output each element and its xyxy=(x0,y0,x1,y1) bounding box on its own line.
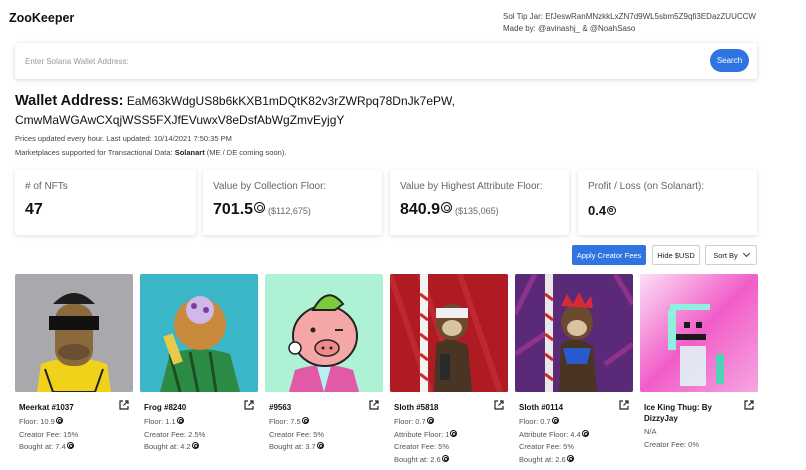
nft-image-sloth-5818[interactable] xyxy=(390,274,508,392)
sol-coin-icon xyxy=(55,417,63,424)
wallet-address-label: Wallet Address: xyxy=(15,93,124,109)
nft-creator-fee: Creator Fee: 5% xyxy=(269,429,325,439)
stat-label: Profit / Loss (on Solanart): xyxy=(588,181,705,192)
nft-bought-at: Bought at: 2.6 xyxy=(394,454,457,467)
nft-name: Ice King Thug: By DizzyJay xyxy=(644,403,712,423)
external-link-icon[interactable] xyxy=(369,400,379,410)
nft-creator-fee: Creator Fee: 15% xyxy=(19,429,79,439)
nft-details: Floor: 0.7 Attribute Floor: 1 Creator Fe… xyxy=(394,416,458,467)
nft-image-meerkat[interactable] xyxy=(15,274,133,392)
nft-creator-fee: Creator Fee: 5% xyxy=(394,442,450,451)
external-link-icon[interactable] xyxy=(119,400,129,410)
stat-usd: ($112,675) xyxy=(268,206,311,216)
tip-jar-text: Sol Tip Jar: EfJeswRanMNzkkLxZN7d9WL5sbm… xyxy=(503,12,756,21)
nft-details: Floor: 10.9 Creator Fee: 15% Bought at: … xyxy=(19,416,78,454)
nft-name: Sloth #0114 xyxy=(519,403,564,412)
hide-usd-button[interactable]: Hide $USD xyxy=(652,245,700,265)
nft-image-pig[interactable] xyxy=(265,274,383,392)
wallet-address-line2: CmwMaWGAwCXqjWSS5FXJfEVuwxV8eDsfAbWgZmvE… xyxy=(15,113,345,127)
nft-details: Floor: 0.7 Attribute Floor: 4.4 Creator … xyxy=(519,416,589,466)
nft-floor: Floor: 0.7 xyxy=(519,416,589,429)
search-button[interactable]: Search xyxy=(710,49,749,72)
stat-value: 840.9 ($135,065) xyxy=(400,201,499,218)
sort-by-label: Sort By xyxy=(713,250,738,260)
marketplaces-note: Marketplaces supported for Transactional… xyxy=(15,148,286,157)
nft-name: Meerkat #1037 xyxy=(19,403,74,412)
stat-value: 47 xyxy=(25,201,43,218)
stat-value: 701.5 ($112,675) xyxy=(213,201,311,218)
sol-coin-icon xyxy=(607,206,617,215)
sol-coin-icon xyxy=(301,417,309,424)
sol-coin-icon xyxy=(66,442,74,449)
nft-creator-fee: Creator Fee: 5% xyxy=(519,442,575,451)
app-logo: ZooKeeper xyxy=(9,11,75,25)
nft-card[interactable]: Meerkat #1037 Floor: 10.9 Creator Fee: 1… xyxy=(15,274,133,470)
top-header: ZooKeeper Sol Tip Jar: EfJeswRanMNzkkLxZ… xyxy=(0,0,806,42)
nft-floor: Floor: 1.1 xyxy=(144,416,205,429)
made-by-text: Made by: @avinashj_ & @NoahSaso xyxy=(503,24,636,33)
external-link-icon[interactable] xyxy=(494,400,504,410)
stat-label: Value by Collection Floor: xyxy=(213,181,327,192)
nft-name: Sloth #5818 xyxy=(394,403,439,412)
nft-name: #9563 xyxy=(269,403,292,412)
nft-card[interactable]: Frog #8240 Floor: 1.1 Creator Fee: 2.5% … xyxy=(140,274,258,470)
nft-attribute-floor: Attribute Floor: 4.4 xyxy=(519,429,589,442)
stat-usd: ($135,065) xyxy=(455,206,499,216)
nft-details: Floor: 7.5 Creator Fee: 5% Bought at: 3.… xyxy=(269,416,324,454)
nft-card[interactable]: Sloth #0114 Floor: 0.7 Attribute Floor: … xyxy=(515,274,633,470)
stat-label: # of NFTs xyxy=(25,181,68,192)
nft-bought-at: Bought at: 3.7 xyxy=(269,441,324,454)
nft-bought-at: Bought at: 4.2 xyxy=(144,441,205,454)
wallet-address-block: Wallet Address: EaM63kWdgUS8b6kKXB1mDQtK… xyxy=(15,92,485,130)
external-link-icon[interactable] xyxy=(619,400,629,410)
sol-coin-icon xyxy=(450,429,458,437)
sol-coin-icon xyxy=(191,442,199,449)
sol-coin-icon xyxy=(176,417,184,424)
stat-card-profit-loss: Profit / Loss (on Solanart): 0.4 xyxy=(578,170,757,235)
nft-creator-fee: Creator Fee: 2.5% xyxy=(144,429,206,439)
nft-floor: Floor: 0.7 xyxy=(394,416,457,429)
nft-floor: Floor: 7.5 xyxy=(269,416,324,429)
wallet-address-input[interactable] xyxy=(25,53,675,69)
chevron-down-icon xyxy=(742,249,750,258)
nft-image-ice-king-thug[interactable] xyxy=(640,274,758,392)
nft-creator-fee: Creator Fee: 0% xyxy=(644,439,700,449)
sol-coin-icon xyxy=(426,417,434,424)
prices-updated-note: Prices updated every hour. Last updated:… xyxy=(15,134,232,143)
stat-card-attribute-floor: Value by Highest Attribute Floor: 840.9(… xyxy=(390,170,569,235)
sol-coin-icon xyxy=(316,442,324,449)
marketplaces-prefix: Marketplaces supported for Transactional… xyxy=(15,148,173,157)
nft-image-sloth-0114[interactable] xyxy=(515,274,633,392)
nft-bought-at: Bought at: 7.4 xyxy=(19,441,78,454)
stat-card-collection-floor: Value by Collection Floor: 701.5 ($112,67… xyxy=(203,170,382,235)
sol-coin-icon xyxy=(566,454,574,462)
stat-value: 0.4 xyxy=(588,203,617,218)
nft-details: N/A Creator Fee: 0% xyxy=(644,426,699,451)
sort-by-dropdown[interactable]: Sort By xyxy=(705,245,757,265)
stat-label: Value by Highest Attribute Floor: xyxy=(400,181,543,192)
nft-floor: N/A xyxy=(644,427,657,436)
nft-attribute-floor: Attribute Floor: 1 xyxy=(394,429,458,442)
apply-creator-fees-button[interactable]: Apply Creator Fees xyxy=(572,245,646,265)
nft-image-frog[interactable] xyxy=(140,274,258,392)
external-link-icon[interactable] xyxy=(244,400,254,410)
external-link-icon[interactable] xyxy=(744,400,754,410)
sol-coin-icon xyxy=(551,417,559,424)
sol-coin-icon xyxy=(581,429,589,437)
wallet-address-line1: EaM63kWdgUS8b6kKXB1mDQtK82v3rZWRpq78DnJk… xyxy=(126,94,455,108)
nft-card[interactable]: Ice King Thug: By DizzyJay N/A Creator F… xyxy=(640,274,758,470)
stat-card-nft-count: # of NFTs 47 xyxy=(15,170,196,235)
nft-card[interactable]: #9563 Floor: 7.5 Creator Fee: 5% Bought … xyxy=(265,274,383,470)
nft-bought-at: Bought at: 2.6 xyxy=(519,454,589,467)
search-bar: Search xyxy=(15,43,757,79)
sol-coin-icon xyxy=(441,454,449,462)
nft-name: Frog #8240 xyxy=(144,403,187,412)
marketplace-name: Solanart xyxy=(174,148,205,157)
sol-coin-icon xyxy=(441,202,453,213)
nft-details: Floor: 1.1 Creator Fee: 2.5% Bought at: … xyxy=(144,416,205,454)
nft-floor: Floor: 10.9 xyxy=(19,416,78,429)
nft-card[interactable]: Sloth #5818 Floor: 0.7 Attribute Floor: … xyxy=(390,274,508,470)
marketplaces-suffix: (ME / DE coming soon). xyxy=(206,148,287,157)
sol-coin-icon xyxy=(254,202,266,213)
